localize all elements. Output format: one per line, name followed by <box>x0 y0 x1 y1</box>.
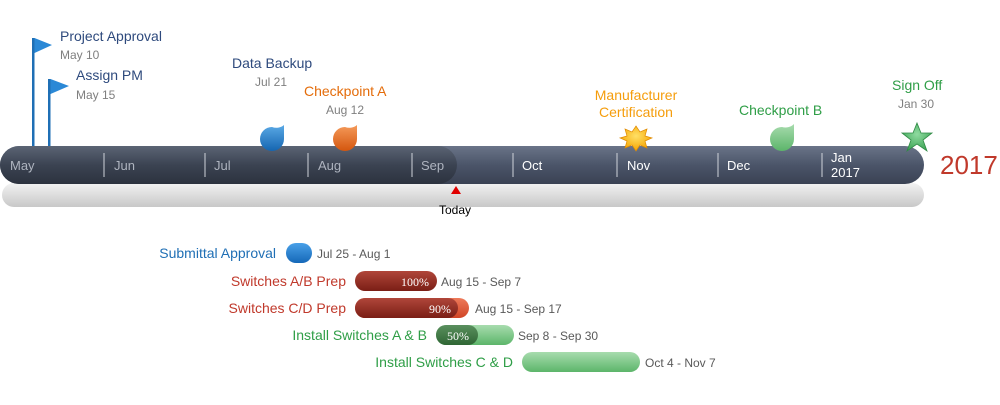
timeline-graphics <box>0 38 934 372</box>
manufacturer-certification-title: Manufacturer Certification <box>594 87 678 120</box>
checkpoint-a-drop-icon <box>333 125 357 151</box>
task-label-install-switches-cd: Install Switches C & D <box>375 354 513 370</box>
task-dates-switches-cd-prep: Aug 15 - Sep 17 <box>475 302 562 316</box>
data-backup-title: Data Backup <box>232 55 313 71</box>
checkpoint-b-drop-icon <box>770 124 794 151</box>
month-label-sep: Sep <box>421 158 445 173</box>
task-bar-install-cd <box>522 352 640 372</box>
month-label-dec: Dec <box>727 158 751 173</box>
month-label-nov: Nov <box>627 158 651 173</box>
assign-pm-title: Assign PM <box>76 67 143 83</box>
task-dates-install-switches-ab: Sep 8 - Sep 30 <box>518 329 599 343</box>
month-label-jan-2017: Jan 2017 <box>831 150 860 180</box>
task-label-switches-cd-prep: Switches C/D Prep <box>228 300 346 316</box>
task-label-submittal-approval: Submittal Approval <box>159 245 276 261</box>
task-label-switches-ab-prep: Switches A/B Prep <box>230 273 346 289</box>
data-backup-drop-icon <box>260 125 284 151</box>
month-label-jul: Jul <box>214 158 231 173</box>
task-dates-submittal-approval: Jul 25 - Aug 1 <box>317 247 391 261</box>
task-label-install-switches-ab: Install Switches A & B <box>292 327 427 343</box>
task-dates-switches-ab-prep: Aug 15 - Sep 7 <box>441 275 522 289</box>
sign-off-date: Jan 30 <box>898 97 935 111</box>
task-percent-switches-ab-prep: 100% <box>401 275 429 289</box>
year-label: 2017 <box>940 150 998 180</box>
month-label-jun: Jun <box>114 158 135 173</box>
project-approval-date: May 10 <box>60 48 100 62</box>
today-label: Today <box>439 203 472 217</box>
assign-pm-flag-icon <box>48 79 69 146</box>
task-percent-switches-cd-prep: 90% <box>429 302 451 316</box>
project-approval-title: Project Approval <box>60 28 162 44</box>
sign-off-title: Sign Off <box>892 77 943 93</box>
month-label-may: May <box>10 158 35 173</box>
task-bar-submittal-approval <box>286 243 312 263</box>
data-backup-date: Jul 21 <box>255 75 288 89</box>
checkpoint-b-title: Checkpoint B <box>739 102 823 118</box>
checkpoint-a-date: Aug 12 <box>326 103 365 117</box>
month-label-oct: Oct <box>522 158 543 173</box>
assign-pm-date: May 15 <box>76 88 116 102</box>
task-percent-install-switches-ab: 50% <box>447 329 469 343</box>
task-dates-install-switches-cd: Oct 4 - Nov 7 <box>645 356 716 370</box>
month-label-aug: Aug <box>318 158 342 173</box>
checkpoint-a-title: Checkpoint A <box>304 83 387 99</box>
